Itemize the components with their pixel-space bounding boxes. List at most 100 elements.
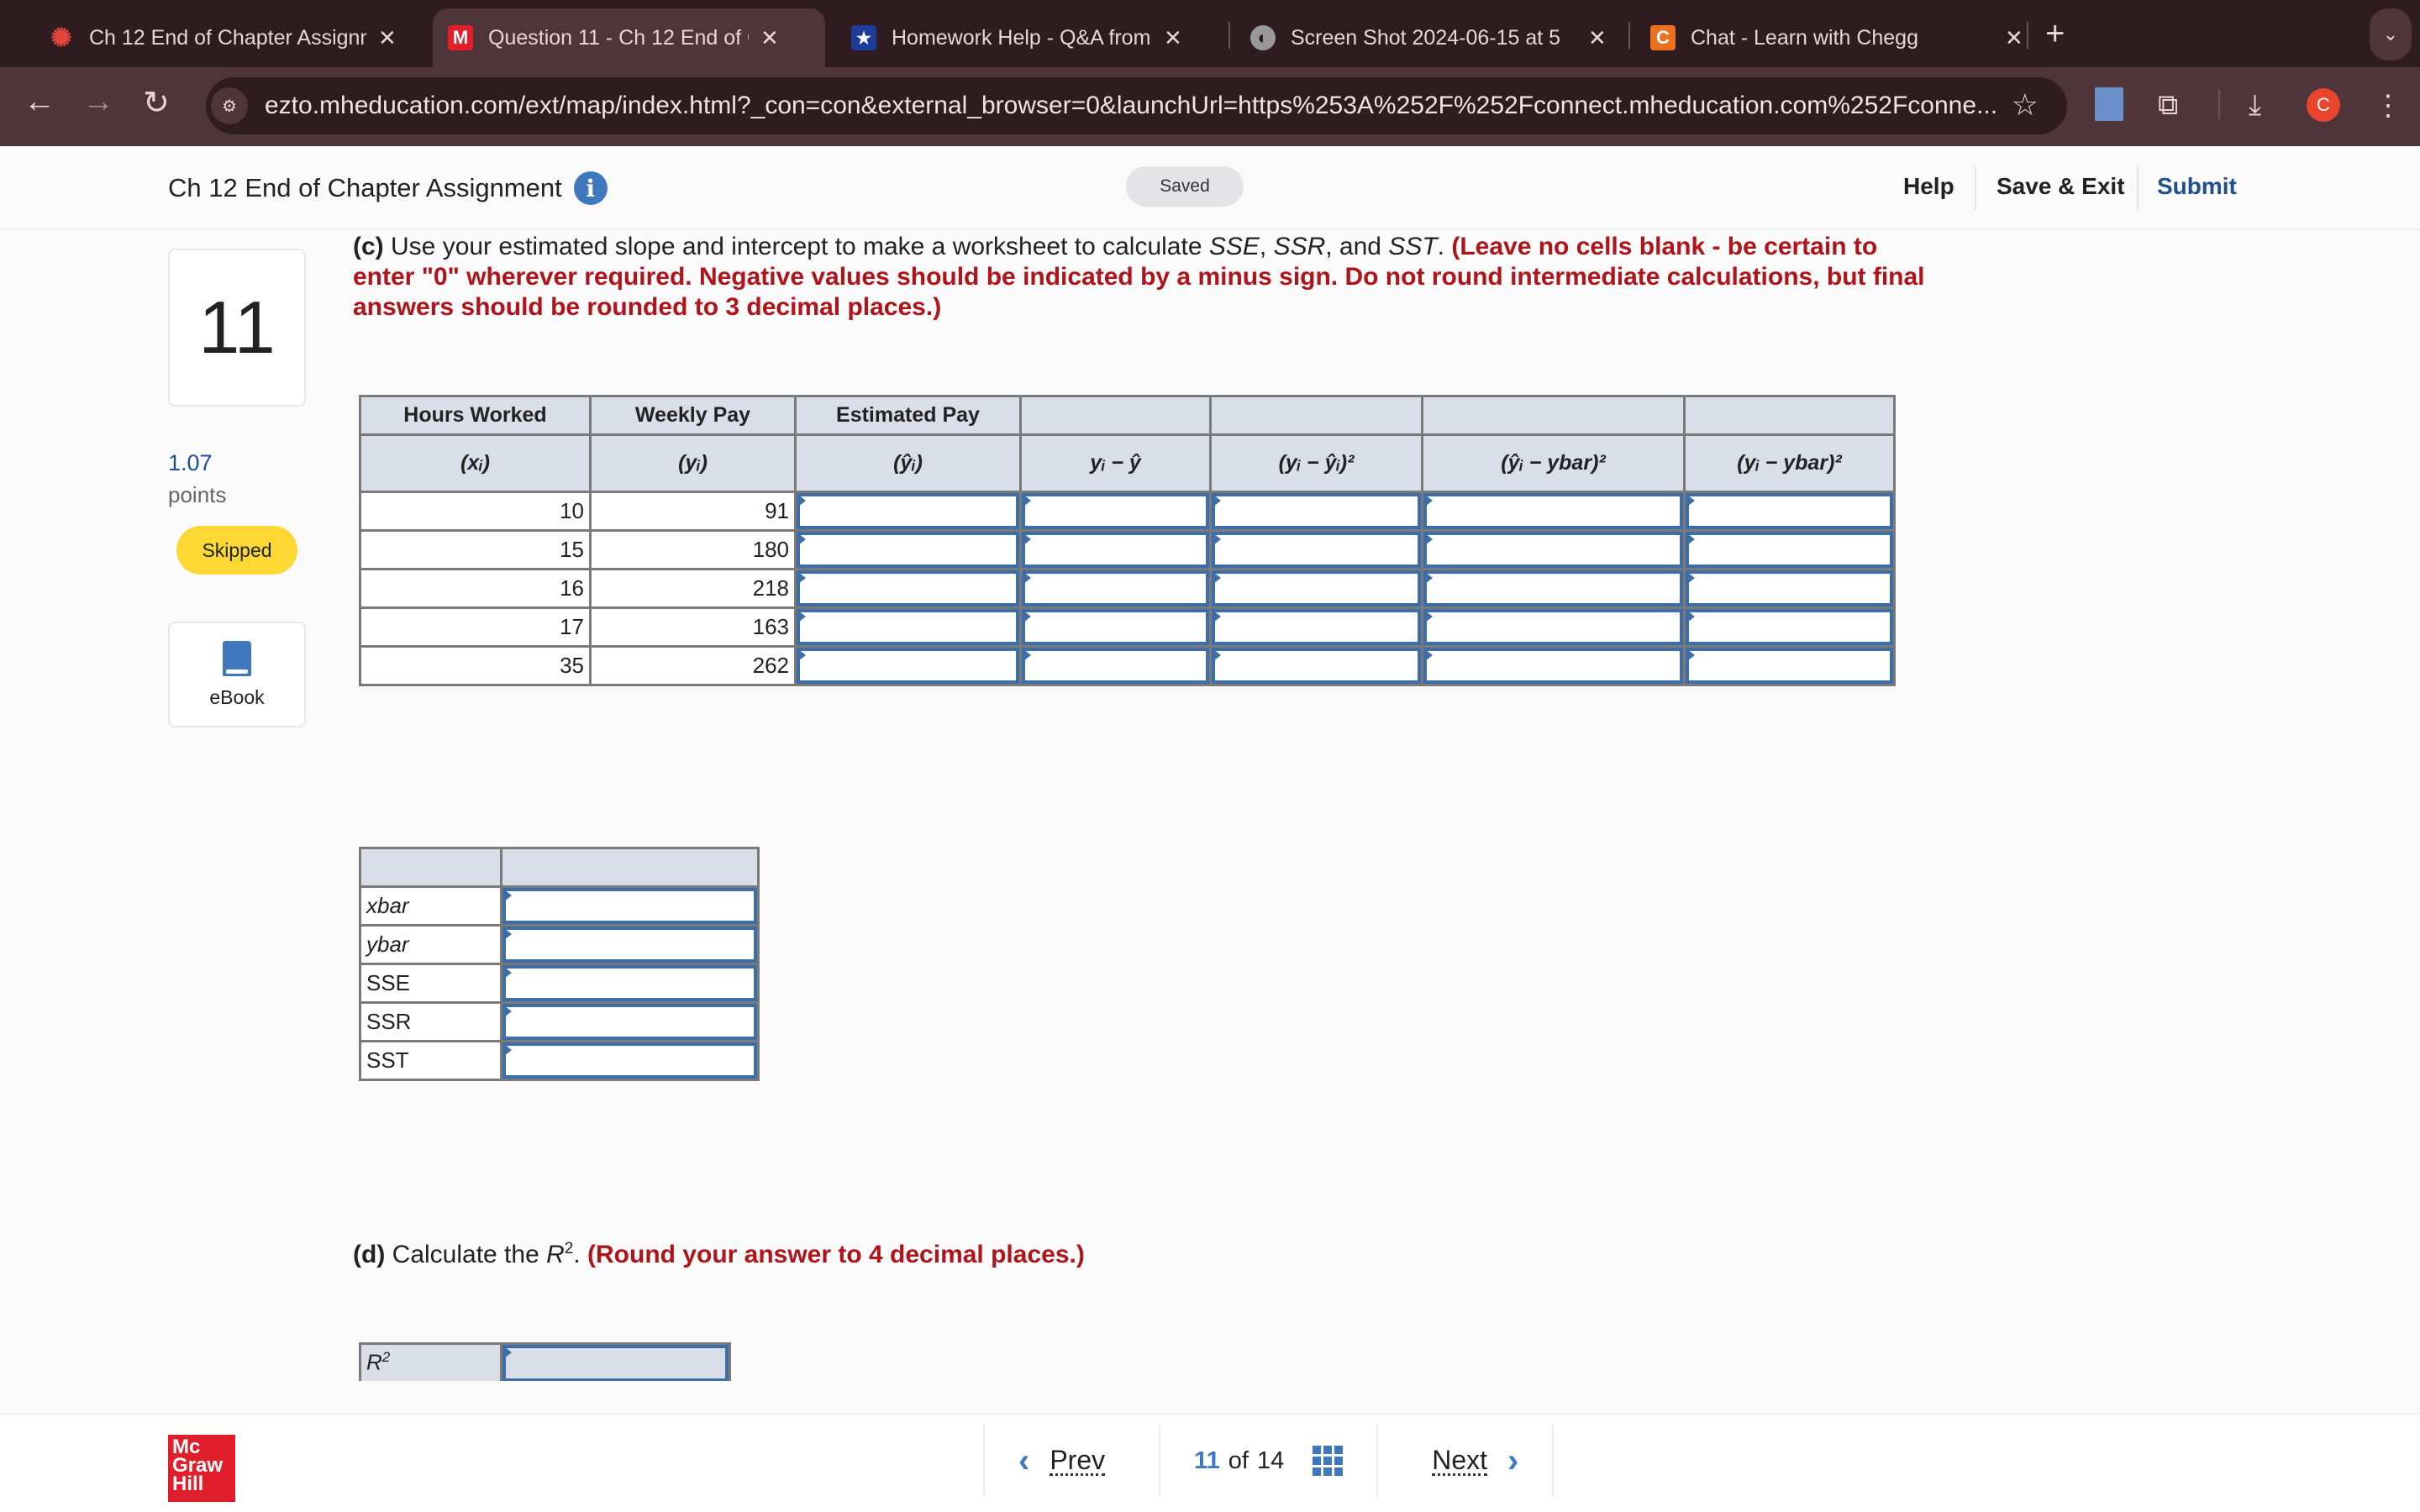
download-icon[interactable]: ⤓ [2249, 89, 2261, 122]
column-subheader: yᵢ − ŷ [1019, 433, 1212, 493]
prev-label[interactable]: Prev [1050, 1446, 1106, 1476]
footer: Mc Graw Hill ‹ Prev 11 of 14 Next › [0, 1413, 2420, 1512]
help-button[interactable]: Help [1903, 173, 1954, 200]
close-icon[interactable]: ✕ [378, 25, 397, 51]
close-icon[interactable]: ✕ [2005, 25, 2023, 51]
sst-label: SST [359, 1040, 502, 1081]
prompt-text: , and [1325, 233, 1389, 260]
prev-button[interactable]: ‹ Prev [983, 1425, 1159, 1497]
bookmark-star-icon[interactable]: ☆ [2012, 87, 2039, 123]
estimated-pay-input[interactable] [800, 496, 1016, 526]
close-icon[interactable]: ✕ [1588, 25, 1607, 51]
toolbar-separator [2218, 89, 2220, 119]
total-sq-input[interactable] [1689, 535, 1890, 564]
squared-residual-input[interactable] [1215, 535, 1418, 564]
regression-sq-input[interactable] [1427, 612, 1680, 642]
ebook-button[interactable]: eBook [168, 622, 306, 727]
new-tab-button[interactable]: + [2045, 15, 2065, 53]
squared-residual-input[interactable] [1215, 496, 1418, 526]
ybar-input[interactable] [506, 930, 754, 959]
site-settings-icon[interactable]: ⚙ [211, 87, 248, 124]
column-subheader: (ŷᵢ) [794, 433, 1022, 493]
save-exit-button[interactable]: Save & Exit [1996, 173, 2125, 200]
r-squared-input[interactable] [506, 1348, 725, 1378]
menu-kebab-icon[interactable]: ⋮ [2374, 89, 2402, 123]
close-icon[interactable]: ✕ [760, 25, 779, 51]
part-d-label: (d) [353, 1241, 386, 1268]
part-c-prompt: (c) Use your estimated slope and interce… [353, 232, 1933, 323]
mcgraw-hill-m-icon: M [448, 25, 473, 50]
estimated-pay-input[interactable] [800, 651, 1016, 680]
header-divider [2137, 166, 2139, 210]
tab-separator [2027, 22, 2028, 49]
reload-icon[interactable]: ↻ [143, 84, 170, 122]
regression-sq-input[interactable] [1427, 496, 1680, 526]
residual-input[interactable] [1025, 496, 1206, 526]
address-bar[interactable]: ⚙ ezto.mheducation.com/ext/map/index.htm… [206, 77, 2067, 134]
column-subheader: (yᵢ) [589, 433, 797, 493]
residual-input[interactable] [1025, 651, 1206, 680]
total-sq-input[interactable] [1689, 574, 1890, 603]
browser-tab-bar: ✺ Ch 12 End of Chapter Assignm ✕ M Quest… [0, 0, 2420, 67]
residual-input[interactable] [1025, 535, 1206, 564]
residual-input[interactable] [1025, 574, 1206, 603]
hours-cell: 16 [359, 568, 592, 609]
summary-header [500, 847, 760, 888]
residual-input[interactable] [1025, 612, 1206, 642]
regression-sq-input[interactable] [1427, 574, 1680, 603]
page-indicator[interactable]: 11 of 14 [1159, 1425, 1376, 1497]
browser-tab[interactable]: ◐ Screen Shot 2024-06-15 at 5 ✕ [1235, 8, 1622, 67]
url-text[interactable]: ezto.mheducation.com/ext/map/index.html?… [265, 92, 2012, 120]
grid-icon[interactable] [1313, 1446, 1344, 1476]
sse-input[interactable] [506, 969, 754, 998]
extension-graduation-icon[interactable] [2095, 87, 2123, 121]
tab-title: Chat - Learn with Chegg [1691, 25, 1918, 50]
regression-sq-input[interactable] [1427, 651, 1680, 680]
pay-cell: 262 [589, 645, 797, 686]
back-arrow-icon[interactable]: ← [24, 84, 55, 120]
squared-residual-input[interactable] [1215, 651, 1418, 680]
globe-icon: ◐ [1250, 25, 1276, 50]
next-label[interactable]: Next [1432, 1446, 1488, 1476]
browser-tab[interactable]: ★ Homework Help - Q&A from C ✕ [836, 8, 1197, 67]
total-sq-input[interactable] [1689, 612, 1890, 642]
estimated-pay-input[interactable] [800, 535, 1016, 564]
profile-avatar[interactable]: C [2307, 88, 2340, 122]
extensions-puzzle-icon[interactable]: ⧉ [2158, 89, 2178, 122]
xbar-input[interactable] [506, 891, 754, 921]
forward-arrow-icon[interactable]: → [82, 84, 114, 120]
browser-tab-active[interactable]: M Question 11 - Ch 12 End of Ch ✕ [433, 8, 825, 67]
part-d-instruction: (Round your answer to 4 decimal places.) [587, 1241, 1085, 1268]
estimated-pay-input[interactable] [800, 574, 1016, 603]
tab-title: Screen Shot 2024-06-15 at 5 [1291, 25, 1561, 50]
tab-search-chevron-icon[interactable]: ⌄ [2370, 8, 2412, 60]
hours-cell: 35 [359, 645, 592, 686]
squared-residual-input[interactable] [1215, 574, 1418, 603]
chevron-left-icon: ‹ [1018, 1441, 1030, 1479]
table-row: 35 262 [359, 645, 1896, 686]
points-value: 1.07 [168, 450, 213, 475]
total-sq-input[interactable] [1689, 496, 1890, 526]
mcgraw-hill-logo: Mc Graw Hill [168, 1435, 235, 1502]
ssr-label: SSR [359, 1001, 502, 1042]
part-c-label: (c) [353, 233, 384, 260]
close-icon[interactable]: ✕ [1164, 25, 1182, 51]
summary-row: xbar [359, 885, 760, 927]
r-squared-label: R2 [359, 1342, 502, 1381]
tab-separator [1228, 22, 1230, 49]
ssr-input[interactable] [506, 1007, 754, 1037]
submit-button[interactable]: Submit [2157, 173, 2237, 200]
sst-input[interactable] [506, 1046, 754, 1075]
next-button[interactable]: Next › [1376, 1425, 1555, 1497]
browser-tab[interactable]: C Chat - Learn with Chegg ✕ [1635, 8, 2039, 67]
pay-cell: 91 [589, 491, 797, 532]
total-sq-input[interactable] [1689, 651, 1890, 680]
info-icon[interactable]: i [573, 171, 608, 205]
estimated-pay-input[interactable] [800, 612, 1016, 642]
question-pager: ‹ Prev 11 of 14 Next › [983, 1425, 1555, 1497]
browser-tab[interactable]: ✺ Ch 12 End of Chapter Assignm ✕ [34, 8, 412, 67]
squared-residual-input[interactable] [1215, 612, 1418, 642]
regression-sq-input[interactable] [1427, 535, 1680, 564]
pay-cell: 180 [589, 529, 797, 570]
ebook-label: eBook [209, 685, 265, 708]
